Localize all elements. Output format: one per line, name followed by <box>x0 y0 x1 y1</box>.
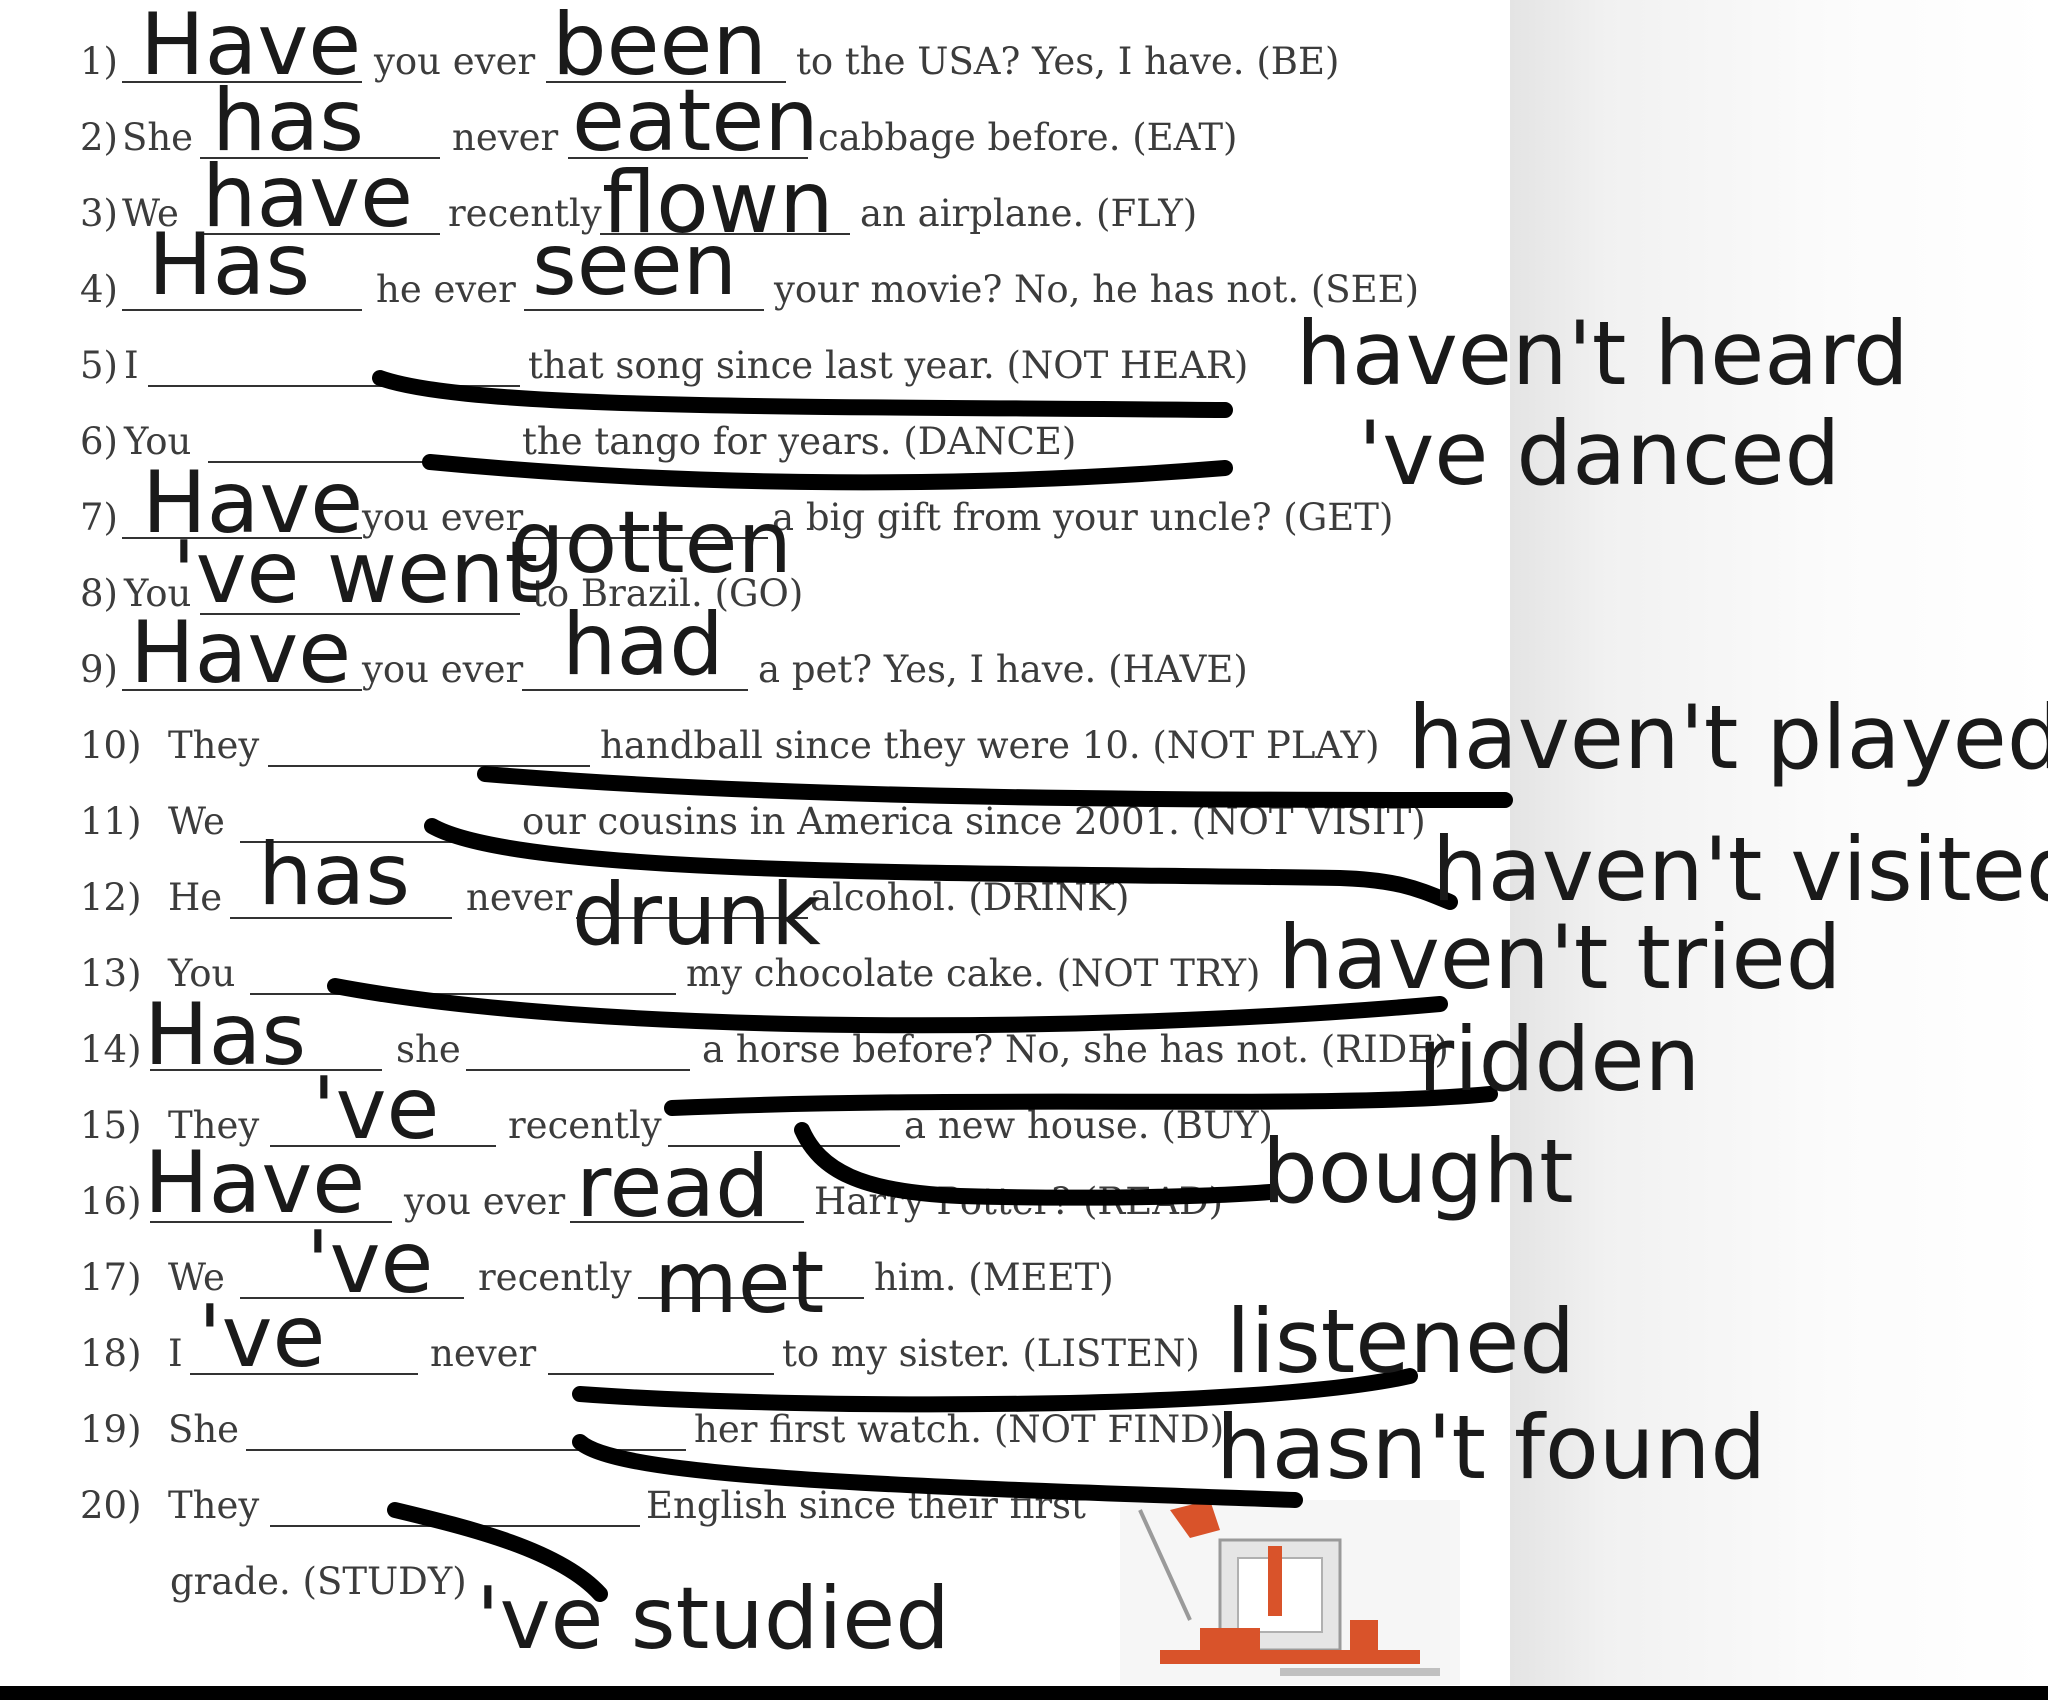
answer-text: haven't visited <box>1432 818 2048 921</box>
prompt-text: a big gift from your uncle? (GET) <box>772 496 1394 539</box>
answer-blank <box>268 765 590 767</box>
answer-text: haven't tried <box>1278 906 1842 1009</box>
prompt-text: She <box>168 1408 240 1451</box>
answer-text: ridden <box>1418 1008 1701 1111</box>
prompt-text: cabbage before. (EAT) <box>818 116 1238 159</box>
prompt-text: that song since last year. (NOT HEAR) <box>528 344 1249 387</box>
answer-text: Has <box>144 985 307 1085</box>
answer-text: drunk <box>572 865 821 965</box>
answer-text: seen <box>532 215 738 315</box>
prompt-text: to the USA? Yes, I have. (BE) <box>796 40 1340 83</box>
item-number: 6) <box>80 420 118 463</box>
prompt-text: he ever <box>376 268 516 311</box>
item-number: 7) <box>80 496 118 539</box>
answer-text: bought <box>1262 1120 1574 1223</box>
answer-text: haven't heard <box>1296 302 1909 405</box>
prompt-text: never <box>452 116 559 159</box>
item-number: 5) <box>80 344 118 387</box>
item-number: 10) <box>80 724 142 767</box>
answer-text: hasn't found <box>1216 1396 1767 1499</box>
prompt-text: an airplane. (FLY) <box>860 192 1198 235</box>
prompt-text: He <box>168 876 223 919</box>
answer-text: haven't played <box>1408 686 2048 789</box>
bottom-edge-bar <box>0 1686 2048 1700</box>
item-number: 8) <box>80 572 118 615</box>
item-number: 20) <box>80 1484 142 1527</box>
answer-text: 've studied <box>476 1569 950 1669</box>
item-number: 19) <box>80 1408 142 1451</box>
item-number: 9) <box>80 648 118 691</box>
item-number: 4) <box>80 268 118 311</box>
prompt-text: to my sister. (LISTEN) <box>782 1332 1200 1375</box>
item-number: 2) <box>80 116 118 159</box>
answer-text: eaten <box>572 71 819 171</box>
item-number: 3) <box>80 192 118 235</box>
answer-text: listened <box>1226 1290 1576 1393</box>
prompt-text: They <box>168 1484 260 1527</box>
prompt-text: I <box>124 344 139 387</box>
prompt-text: recently <box>478 1256 632 1299</box>
prompt-text: you ever <box>374 40 536 83</box>
prompt-text: They <box>168 724 260 767</box>
item-number: 17) <box>80 1256 142 1299</box>
item-number: 14) <box>80 1028 142 1071</box>
prompt-text: Harry Potter? (READ) <box>814 1180 1224 1223</box>
prompt-text: her first watch. (NOT FIND) <box>694 1408 1225 1451</box>
prompt-text: the tango for years. (DANCE) <box>522 420 1077 463</box>
item-number: 1) <box>80 40 118 83</box>
answer-blank <box>270 1525 640 1527</box>
answer-blank <box>466 1069 690 1071</box>
answer-text: read <box>576 1137 770 1237</box>
answer-blank <box>246 1449 686 1451</box>
books-and-desk-lamp-illustration <box>1120 1500 1460 1685</box>
prompt-text: English since their first <box>646 1484 1086 1527</box>
prompt-text: She <box>122 116 194 159</box>
prompt-text: him. (MEET) <box>874 1256 1114 1299</box>
prompt-text: a horse before? No, she has not. (RIDE) <box>702 1028 1449 1071</box>
answer-blank <box>250 993 676 995</box>
answer-text: had <box>562 595 724 695</box>
answer-text: has <box>258 825 411 925</box>
prompt-text: never <box>430 1332 537 1375</box>
answer-blank <box>548 1373 774 1375</box>
prompt-text: a pet? Yes, I have. (HAVE) <box>758 648 1248 691</box>
prompt-text: grade. (STUDY) <box>170 1560 467 1603</box>
worksheet-page: 1) you ever to the USA? Yes, I have. (BE… <box>0 0 2048 1700</box>
item-number: 15) <box>80 1104 142 1147</box>
answer-text: met <box>654 1233 825 1333</box>
answer-text: gotten <box>510 493 793 593</box>
item-number: 13) <box>80 952 142 995</box>
item-number: 12) <box>80 876 142 919</box>
answer-text: Have <box>130 603 352 703</box>
answer-text: 've <box>198 1287 326 1387</box>
prompt-text: never <box>466 876 573 919</box>
answer-blank <box>148 385 520 387</box>
item-number: 16) <box>80 1180 142 1223</box>
item-number: 11) <box>80 800 142 843</box>
prompt-text: our cousins in America since 2001. (NOT … <box>522 800 1426 843</box>
answer-text: Has <box>148 215 311 315</box>
prompt-text: alcohol. (DRINK) <box>810 876 1130 919</box>
answer-text: 've danced <box>1358 402 1841 505</box>
prompt-text: a new house. (BUY) <box>904 1104 1273 1147</box>
item-number: 18) <box>80 1332 142 1375</box>
prompt-text: handball since they were 10. (NOT PLAY) <box>600 724 1380 767</box>
prompt-text: I <box>168 1332 183 1375</box>
prompt-text: you ever <box>362 648 524 691</box>
prompt-text: We <box>168 800 225 843</box>
